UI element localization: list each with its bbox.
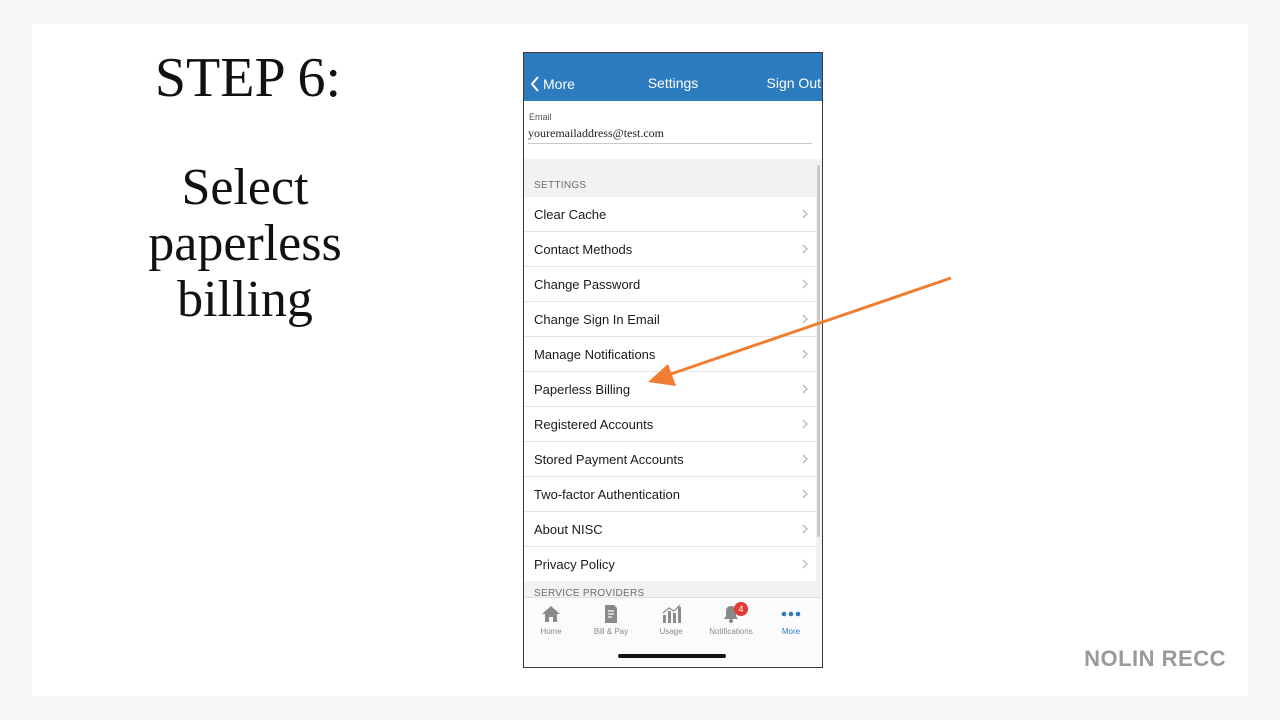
- settings-list: Clear Cache Contact Methods Change Passw…: [524, 197, 816, 581]
- email-field[interactable]: [528, 125, 812, 144]
- settings-item-stored-payment-accounts[interactable]: Stored Payment Accounts: [524, 442, 816, 477]
- settings-item-label: About NISC: [534, 522, 603, 537]
- tab-label: Home: [540, 627, 562, 636]
- notification-badge: 4: [734, 602, 748, 616]
- scrollbar[interactable]: [817, 165, 820, 537]
- usage-icon: [662, 604, 681, 623]
- bill-icon: [605, 605, 617, 623]
- tab-notifications[interactable]: 4 Notifications: [701, 602, 761, 636]
- chevron-right-icon: [802, 314, 808, 324]
- settings-item-label: Stored Payment Accounts: [534, 452, 684, 467]
- chevron-right-icon: [802, 279, 808, 289]
- email-section: Email: [524, 101, 822, 159]
- home-icon: [542, 606, 560, 622]
- settings-item-privacy-policy[interactable]: Privacy Policy: [524, 547, 816, 581]
- settings-item-label: Paperless Billing: [534, 382, 631, 397]
- sign-out-button[interactable]: Sign Out: [767, 75, 821, 91]
- settings-item-change-password[interactable]: Change Password: [524, 267, 816, 302]
- service-providers-section-header: SERVICE PROVIDERS: [534, 588, 645, 597]
- tab-label: Bill & Pay: [593, 627, 629, 636]
- settings-item-clear-cache[interactable]: Clear Cache: [524, 197, 816, 232]
- chevron-left-icon: [530, 76, 539, 92]
- chevron-right-icon: [802, 209, 808, 219]
- page-title: Settings: [647, 75, 699, 91]
- settings-item-label: Two-factor Authentication: [534, 487, 680, 502]
- chevron-right-icon: [802, 524, 808, 534]
- tab-home[interactable]: Home: [524, 604, 581, 636]
- brand-logo-text: NOLIN RECC: [1084, 646, 1226, 671]
- settings-item-label: Registered Accounts: [534, 417, 654, 432]
- more-icon: [781, 611, 801, 617]
- settings-item-label: Change Password: [534, 277, 641, 292]
- settings-item-two-factor-authentication[interactable]: Two-factor Authentication: [524, 477, 816, 512]
- chevron-right-icon: [802, 244, 808, 254]
- settings-content[interactable]: SETTINGS Clear Cache Contact Methods Cha…: [524, 159, 822, 597]
- tab-usage[interactable]: Usage: [641, 604, 701, 636]
- settings-item-label: Clear Cache: [534, 207, 607, 222]
- tab-label: Notifications: [709, 627, 753, 636]
- home-indicator: [618, 654, 726, 658]
- settings-section-header: SETTINGS: [534, 180, 587, 191]
- tab-bill-pay[interactable]: Bill & Pay: [581, 604, 641, 636]
- back-button[interactable]: More: [530, 75, 575, 93]
- settings-item-registered-accounts[interactable]: Registered Accounts: [524, 407, 816, 442]
- chevron-right-icon: [802, 349, 808, 359]
- settings-item-about-nisc[interactable]: About NISC: [524, 512, 816, 547]
- back-button-label: More: [543, 76, 575, 92]
- settings-item-paperless-billing[interactable]: Paperless Billing: [524, 372, 816, 407]
- settings-item-label: Privacy Policy: [534, 557, 615, 572]
- tab-more[interactable]: More: [761, 604, 821, 636]
- email-label: Email: [529, 112, 552, 122]
- chevron-right-icon: [802, 559, 808, 569]
- settings-item-label: Contact Methods: [534, 242, 633, 257]
- chevron-right-icon: [802, 489, 808, 499]
- settings-item-contact-methods[interactable]: Contact Methods: [524, 232, 816, 267]
- tab-label: Usage: [659, 627, 683, 636]
- chevron-right-icon: [802, 454, 808, 464]
- settings-item-manage-notifications[interactable]: Manage Notifications: [524, 337, 816, 372]
- chevron-right-icon: [802, 419, 808, 429]
- step-title: STEP 6:: [154, 47, 342, 109]
- settings-item-label: Manage Notifications: [534, 347, 656, 362]
- chevron-right-icon: [802, 384, 808, 394]
- instruction-text: Select paperless billing: [148, 159, 342, 328]
- settings-item-label: Change Sign In Email: [534, 312, 660, 327]
- phone-screen: More Settings Sign Out Email SETTINGS Cl…: [523, 52, 823, 668]
- navigation-bar: More Settings Sign Out: [524, 53, 822, 101]
- settings-item-change-sign-in-email[interactable]: Change Sign In Email: [524, 302, 816, 337]
- tab-label: More: [781, 627, 801, 636]
